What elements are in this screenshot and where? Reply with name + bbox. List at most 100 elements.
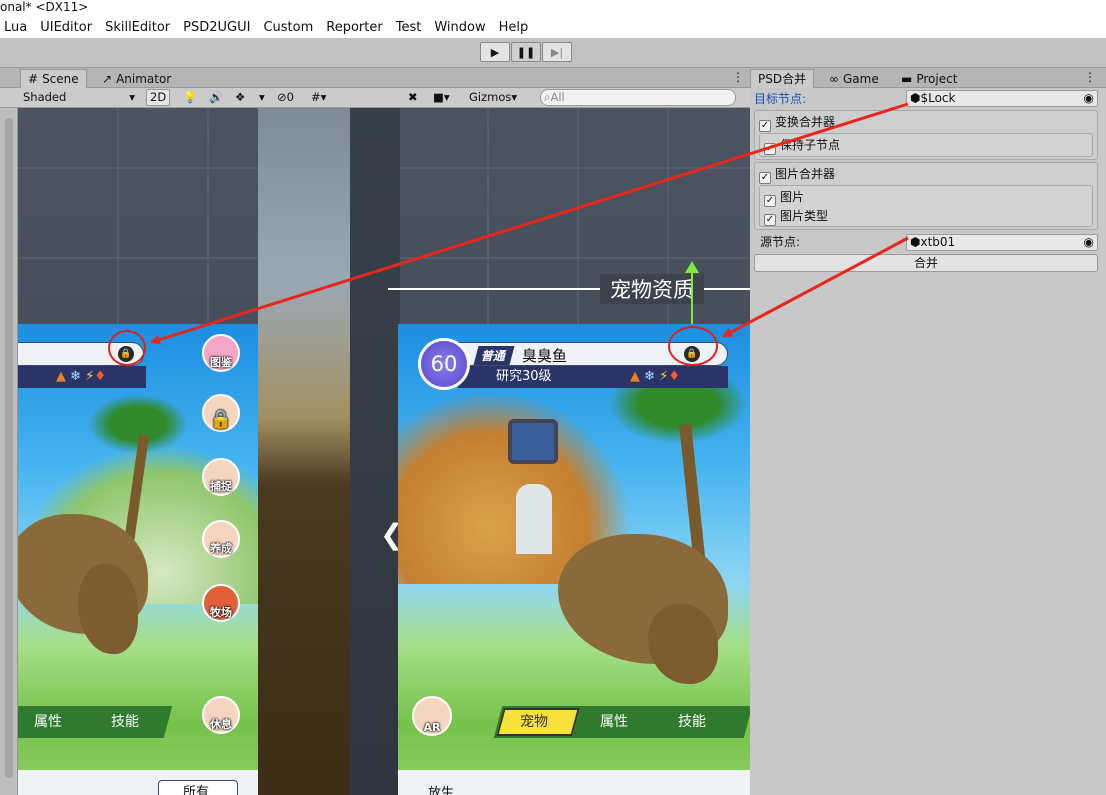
gizmo-y-axis	[691, 268, 693, 326]
animator-icon: ↗	[102, 71, 113, 86]
menu-test[interactable]: Test	[396, 20, 422, 35]
window-title: onal* <DX11>	[0, 0, 1106, 16]
effects-dropdown-icon[interactable]: ▾	[256, 89, 268, 106]
release-button[interactable]: 放生	[428, 782, 454, 795]
dark-strip	[350, 108, 400, 795]
menu-window[interactable]: Window	[434, 20, 485, 35]
pause-button[interactable]: ❚❚	[511, 42, 541, 62]
scene-scrollbar[interactable]	[0, 108, 18, 795]
tab-attribute[interactable]: 属性	[600, 706, 628, 738]
checkbox-icon: ✓	[764, 143, 776, 155]
keep-children-label: 保持子节点	[780, 138, 841, 152]
tab-attribute[interactable]: 属性	[34, 706, 62, 738]
image-merger-toggle[interactable]: ✓ 图片合并器	[759, 165, 835, 184]
highlight-circle-left	[108, 330, 146, 366]
tab-menu-icon[interactable]: ⋮	[1084, 70, 1096, 84]
research-bar: 研究30级 ▲ ❄ ⚡♦	[458, 366, 728, 388]
tab-project-label: Project	[916, 71, 958, 86]
step-button[interactable]: ▶|	[542, 42, 572, 62]
gizmo-arrow-icon	[685, 261, 699, 273]
element-icons: ▲ ❄ ⚡♦	[18, 366, 146, 388]
left-game-panel: ▲ ❄ ⚡♦ 🔒 图鉴 🔒 捕捉 养成 牧场 休息 属性 技能 所有	[18, 324, 258, 795]
audio-icon[interactable]: 🔊	[206, 89, 226, 106]
object-picker-icon[interactable]: ◉	[1084, 235, 1094, 250]
lock-icon: 🔒	[209, 409, 233, 430]
checkbox-icon: ✓	[764, 214, 776, 226]
grid-icon[interactable]: #▾	[308, 89, 329, 106]
image-label: 图片	[780, 190, 805, 204]
target-label: 目标节点:	[754, 92, 807, 106]
image-merger-group: ✓ 图片合并器 ✓ 图片 ✓ 图片类型	[754, 162, 1098, 230]
scene-viewport[interactable]: ❮ 宠物资质 ▲ ❄ ⚡♦ 🔒 图鉴 🔒 捕捉 养成 牧场 休息 属性 技能 所…	[18, 108, 750, 795]
tab-project[interactable]: ▬ Project	[894, 69, 964, 88]
tools-icon[interactable]: ✖	[405, 89, 421, 106]
image-toggle[interactable]: ✓ 图片	[764, 188, 804, 207]
tv-image	[508, 419, 558, 464]
scene-header: 宠物资质	[600, 274, 704, 304]
keep-children-box: ✓ 保持子节点	[759, 133, 1093, 157]
hidden-objects-icon[interactable]: ⊘ 0	[274, 89, 297, 106]
lighting-icon[interactable]: 💡	[180, 89, 200, 106]
menu-skilleditor[interactable]: SkillEditor	[105, 20, 170, 35]
tab-pet[interactable]: 宠物	[520, 706, 548, 738]
scene-search-input[interactable]: ⌕ All	[540, 89, 736, 106]
tab-game[interactable]: ∞ Game	[822, 69, 886, 88]
menu-help[interactable]: Help	[499, 20, 529, 35]
hidden-count: 0	[286, 90, 294, 104]
toggle-2d-button[interactable]: 2D	[146, 89, 171, 106]
checkbox-icon: ✓	[759, 172, 771, 184]
scene-toolbar: Shaded ▾ 2D 💡 🔊 ❖ ▾ ⊘ 0 #▾ ✖ ■▾ Gizmos ▾ ⌕ …	[0, 88, 750, 108]
tab-scene-label: Scene	[42, 72, 79, 86]
source-label: 源节点:	[760, 235, 801, 249]
image-type-label: 图片类型	[780, 209, 829, 223]
tab-animator-label: Animator	[116, 71, 172, 86]
side-icon-locked[interactable]: 🔒	[202, 394, 240, 432]
level-badge: 60	[418, 338, 470, 390]
tab-animator[interactable]: ↗ Animator	[95, 69, 178, 88]
tab-scene[interactable]: # Scene	[20, 69, 87, 88]
tab-psd-merge-label: PSD合并	[758, 72, 807, 86]
main-toolbar: ▶ ❚❚ ▶|	[0, 38, 1106, 68]
tab-skill[interactable]: 技能	[111, 706, 139, 738]
menu-uieditor[interactable]: UIEditor	[40, 20, 92, 35]
checkbox-icon: ✓	[759, 120, 771, 132]
effects-icon[interactable]: ❖	[232, 89, 248, 106]
ar-button[interactable]: AR	[412, 696, 452, 736]
dropdown-arrow-icon: ▾	[129, 90, 135, 104]
menu-bar: Lua UIEditor SkillEditor PSD2UGUI Custom…	[0, 16, 1106, 38]
element-icons: ▲ ❄ ⚡♦	[630, 369, 680, 384]
image-type-toggle[interactable]: ✓ 图片类型	[764, 207, 828, 226]
merge-button[interactable]: 合并	[754, 254, 1098, 272]
tab-game-label: Game	[843, 71, 879, 86]
menu-custom[interactable]: Custom	[263, 20, 313, 35]
target-node-field[interactable]: ⬢$Lock ◉	[906, 90, 1098, 107]
side-icon-raise[interactable]: 养成	[202, 520, 240, 558]
tab-skill[interactable]: 技能	[678, 706, 706, 738]
gizmos-dropdown[interactable]: Gizmos ▾	[466, 89, 520, 106]
keep-children-toggle[interactable]: ✓ 保持子节点	[764, 136, 840, 155]
object-picker-icon[interactable]: ◉	[1084, 91, 1094, 106]
side-icon-ranch[interactable]: 牧场	[202, 584, 240, 622]
side-icon-rest[interactable]: 休息	[202, 696, 240, 734]
scene-icon: #	[28, 72, 39, 86]
side-icon-handbook[interactable]: 图鉴	[202, 334, 240, 372]
menu-reporter[interactable]: Reporter	[326, 20, 382, 35]
tab-menu-icon[interactable]: ⋮	[732, 70, 744, 84]
menu-lua[interactable]: Lua	[4, 20, 27, 35]
psd-merge-panel: 目标节点: ⬢$Lock ◉ ✓ 变换合并器 ✓ 保持子节点 ✓ 图片合并器 ✓ 图片 …	[750, 88, 1106, 795]
source-node-field[interactable]: ⬢xtb01 ◉	[906, 234, 1098, 251]
image-merger-label: 图片合并器	[775, 167, 836, 181]
shading-label: Shaded	[23, 90, 67, 104]
tab-psd-merge[interactable]: PSD合并	[750, 69, 815, 88]
right-game-panel: 普通 臭臭鱼 研究30级 ▲ ❄ ⚡♦ 60 🔒 AR 宠物 属性 技能 放生	[398, 324, 750, 795]
camera-icon[interactable]: ■▾	[430, 89, 453, 106]
play-button[interactable]: ▶	[480, 42, 510, 62]
checkbox-icon: ✓	[764, 195, 776, 207]
shading-dropdown[interactable]: Shaded ▾	[20, 89, 138, 106]
transform-merger-group: ✓ 变换合并器 ✓ 保持子节点	[754, 110, 1098, 160]
side-icon-capture[interactable]: 捕捉	[202, 458, 240, 496]
filter-dropdown[interactable]: 所有	[158, 780, 238, 795]
transform-merger-toggle[interactable]: ✓ 变换合并器	[759, 113, 835, 132]
menu-psd2ugui[interactable]: PSD2UGUI	[183, 20, 250, 35]
image-options-box: ✓ 图片 ✓ 图片类型	[759, 185, 1093, 227]
